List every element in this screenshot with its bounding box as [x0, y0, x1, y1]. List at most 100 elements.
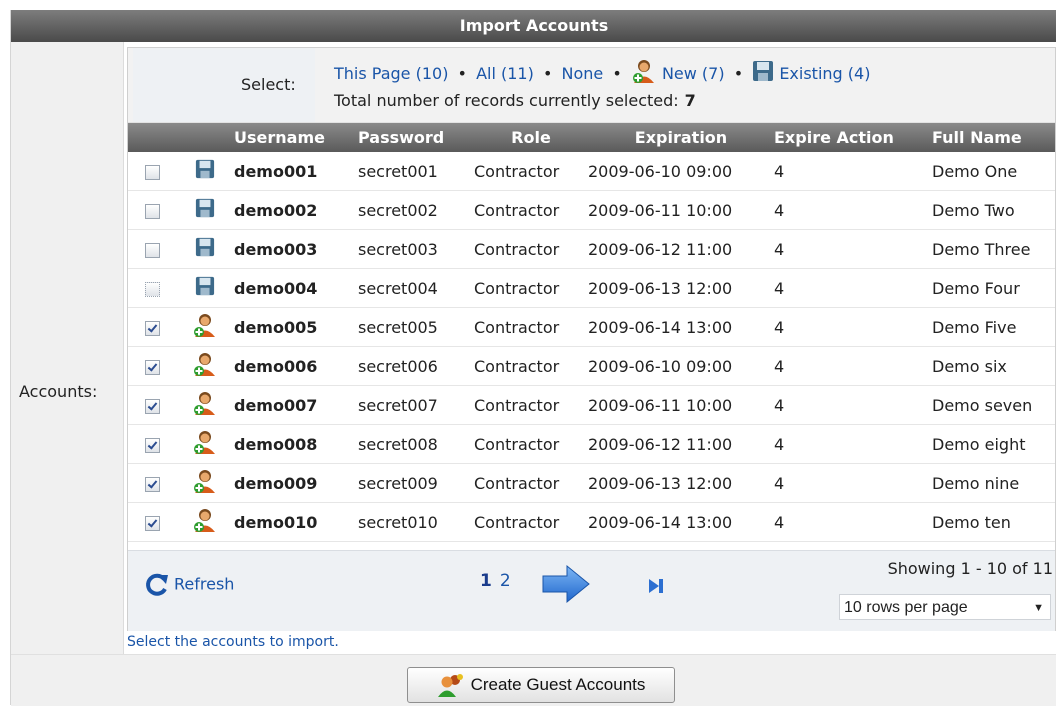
cell-role: Contractor	[474, 424, 588, 464]
floppy-disk-icon	[195, 159, 215, 183]
separator: •	[733, 63, 744, 83]
cell-username: demo007	[234, 385, 358, 425]
cell-full-name: Demo ten	[932, 502, 1055, 542]
row-status-cell	[176, 502, 234, 542]
row-status-cell	[176, 268, 234, 308]
table-row[interactable]: demo007 secret007 Contractor 2009-06-11 10:…	[128, 385, 1055, 425]
cell-expire-action: 4	[774, 424, 932, 464]
next-page-arrow-icon[interactable]	[541, 564, 591, 608]
row-checkbox-cell	[128, 268, 176, 308]
select-all-link[interactable]: All (11)	[476, 64, 534, 83]
cell-password: secret004	[358, 268, 474, 308]
cell-username: demo010	[234, 502, 358, 542]
cell-full-name: Demo Three	[932, 229, 1055, 269]
table-row[interactable]: demo008 secret008 Contractor 2009-06-12 11:…	[128, 424, 1055, 464]
floppy-disk-icon	[195, 198, 215, 222]
cell-expiration: 2009-06-10 09:00	[588, 152, 774, 191]
cell-full-name: Demo Four	[932, 268, 1055, 308]
cell-role: Contractor	[474, 229, 588, 269]
create-button-label: Create Guest Accounts	[470, 675, 646, 694]
cell-password: secret005	[358, 307, 474, 347]
new-user-icon[interactable]	[631, 58, 657, 88]
table-row[interactable]: demo003 secret003 Contractor 2009-06-12 11:…	[128, 229, 1055, 269]
header-expire-action[interactable]: Expire Action	[774, 123, 932, 152]
chevron-down-icon: ▼	[1033, 602, 1044, 614]
cell-expiration: 2009-06-14 13:00	[588, 307, 774, 347]
table-body: demo001 secret001 Contractor 2009-06-10 09:…	[128, 152, 1055, 542]
cell-role: Contractor	[474, 190, 588, 230]
header-select	[128, 123, 176, 152]
row-status-cell	[176, 346, 234, 386]
table-row[interactable]: demo010 secret010 Contractor 2009-06-14 13:…	[128, 502, 1055, 542]
create-guest-accounts-button[interactable]: Create Guest Accounts	[407, 667, 675, 703]
accounts-panel: Select: This Page (10) • All (11) • None…	[124, 42, 1056, 654]
rows-per-page-select[interactable]: 10 rows per page ▼	[839, 594, 1051, 620]
cell-expiration: 2009-06-12 11:00	[588, 229, 774, 269]
accounts-table: Username Password Role Expiration Expire…	[128, 123, 1055, 542]
row-checkbox-cell	[128, 502, 176, 542]
separator: •	[612, 63, 622, 83]
row-checkbox[interactable]	[144, 437, 160, 453]
refresh-button[interactable]: Refresh	[144, 573, 234, 597]
row-checkbox[interactable]	[144, 515, 160, 531]
cell-password: secret008	[358, 424, 474, 464]
select-existing-link[interactable]: Existing (4)	[779, 64, 870, 83]
header-role[interactable]: Role	[474, 123, 588, 152]
table-row[interactable]: demo001 secret001 Contractor 2009-06-10 09:…	[128, 152, 1055, 191]
selected-total-value: 7	[684, 91, 696, 110]
cell-expire-action: 4	[774, 268, 932, 308]
row-checkbox[interactable]	[144, 164, 160, 180]
row-checkbox[interactable]	[144, 359, 160, 375]
cell-full-name: Demo nine	[932, 463, 1055, 503]
label-column: Accounts:	[11, 42, 124, 654]
header-username[interactable]: Username	[234, 123, 358, 152]
accounts-grid-container: Select: This Page (10) • All (11) • None…	[127, 47, 1056, 631]
row-checkbox-cell	[128, 152, 176, 191]
row-status-cell	[176, 229, 234, 269]
row-checkbox[interactable]	[144, 242, 160, 258]
cell-password: secret007	[358, 385, 474, 425]
cell-full-name: Demo Five	[932, 307, 1055, 347]
row-checkbox[interactable]	[144, 476, 160, 492]
pager-bar: Refresh 12 Showing 1 - 10 of 11 10 rows …	[128, 550, 1055, 631]
cell-username: demo005	[234, 307, 358, 347]
cell-role: Contractor	[474, 463, 588, 503]
table-row[interactable]: demo004 secret004 Contractor 2009-06-13 12:…	[128, 268, 1055, 308]
header-expiration[interactable]: Expiration	[588, 123, 774, 152]
row-checkbox[interactable]	[144, 398, 160, 414]
select-new-link[interactable]: New (7)	[662, 64, 725, 83]
showing-count: Showing 1 - 10 of 11	[887, 559, 1053, 578]
row-checkbox[interactable]	[144, 281, 160, 297]
header-full-name[interactable]: Full Name	[932, 123, 1055, 152]
cell-expiration: 2009-06-10 09:00	[588, 346, 774, 386]
floppy-disk-icon[interactable]	[752, 60, 774, 86]
row-checkbox[interactable]	[144, 320, 160, 336]
table-row[interactable]: demo009 secret009 Contractor 2009-06-13 12:…	[128, 463, 1055, 503]
page-link-2[interactable]: 2	[500, 571, 511, 591]
cell-username: demo008	[234, 424, 358, 464]
row-checkbox[interactable]	[144, 203, 160, 219]
table-header-row: Username Password Role Expiration Expire…	[128, 123, 1055, 152]
cell-expire-action: 4	[774, 190, 932, 230]
row-checkbox-cell	[128, 307, 176, 347]
page-numbers: 12	[480, 571, 511, 591]
cell-expiration: 2009-06-13 12:00	[588, 463, 774, 503]
header-password[interactable]: Password	[358, 123, 474, 152]
row-status-cell	[176, 307, 234, 347]
table-row[interactable]: demo006 secret006 Contractor 2009-06-10 09:…	[128, 346, 1055, 386]
new-user-icon	[192, 390, 218, 420]
cell-username: demo003	[234, 229, 358, 269]
last-page-icon[interactable]	[648, 578, 664, 598]
row-status-cell	[176, 424, 234, 464]
select-none-link[interactable]: None	[561, 64, 603, 83]
new-user-icon	[192, 351, 218, 381]
select-this-page-link[interactable]: This Page (10)	[334, 64, 448, 83]
form-footer: Create Guest Accounts	[11, 654, 1056, 706]
cell-expiration: 2009-06-12 11:00	[588, 424, 774, 464]
table-row[interactable]: demo002 secret002 Contractor 2009-06-11 10:…	[128, 190, 1055, 230]
cell-expiration: 2009-06-13 12:00	[588, 268, 774, 308]
table-row[interactable]: demo005 secret005 Contractor 2009-06-14 13:…	[128, 307, 1055, 347]
import-accounts-form: Import Accounts Accounts: Select: This P…	[10, 10, 1056, 706]
row-checkbox-cell	[128, 346, 176, 386]
hint-text: Select the accounts to import.	[127, 634, 339, 650]
